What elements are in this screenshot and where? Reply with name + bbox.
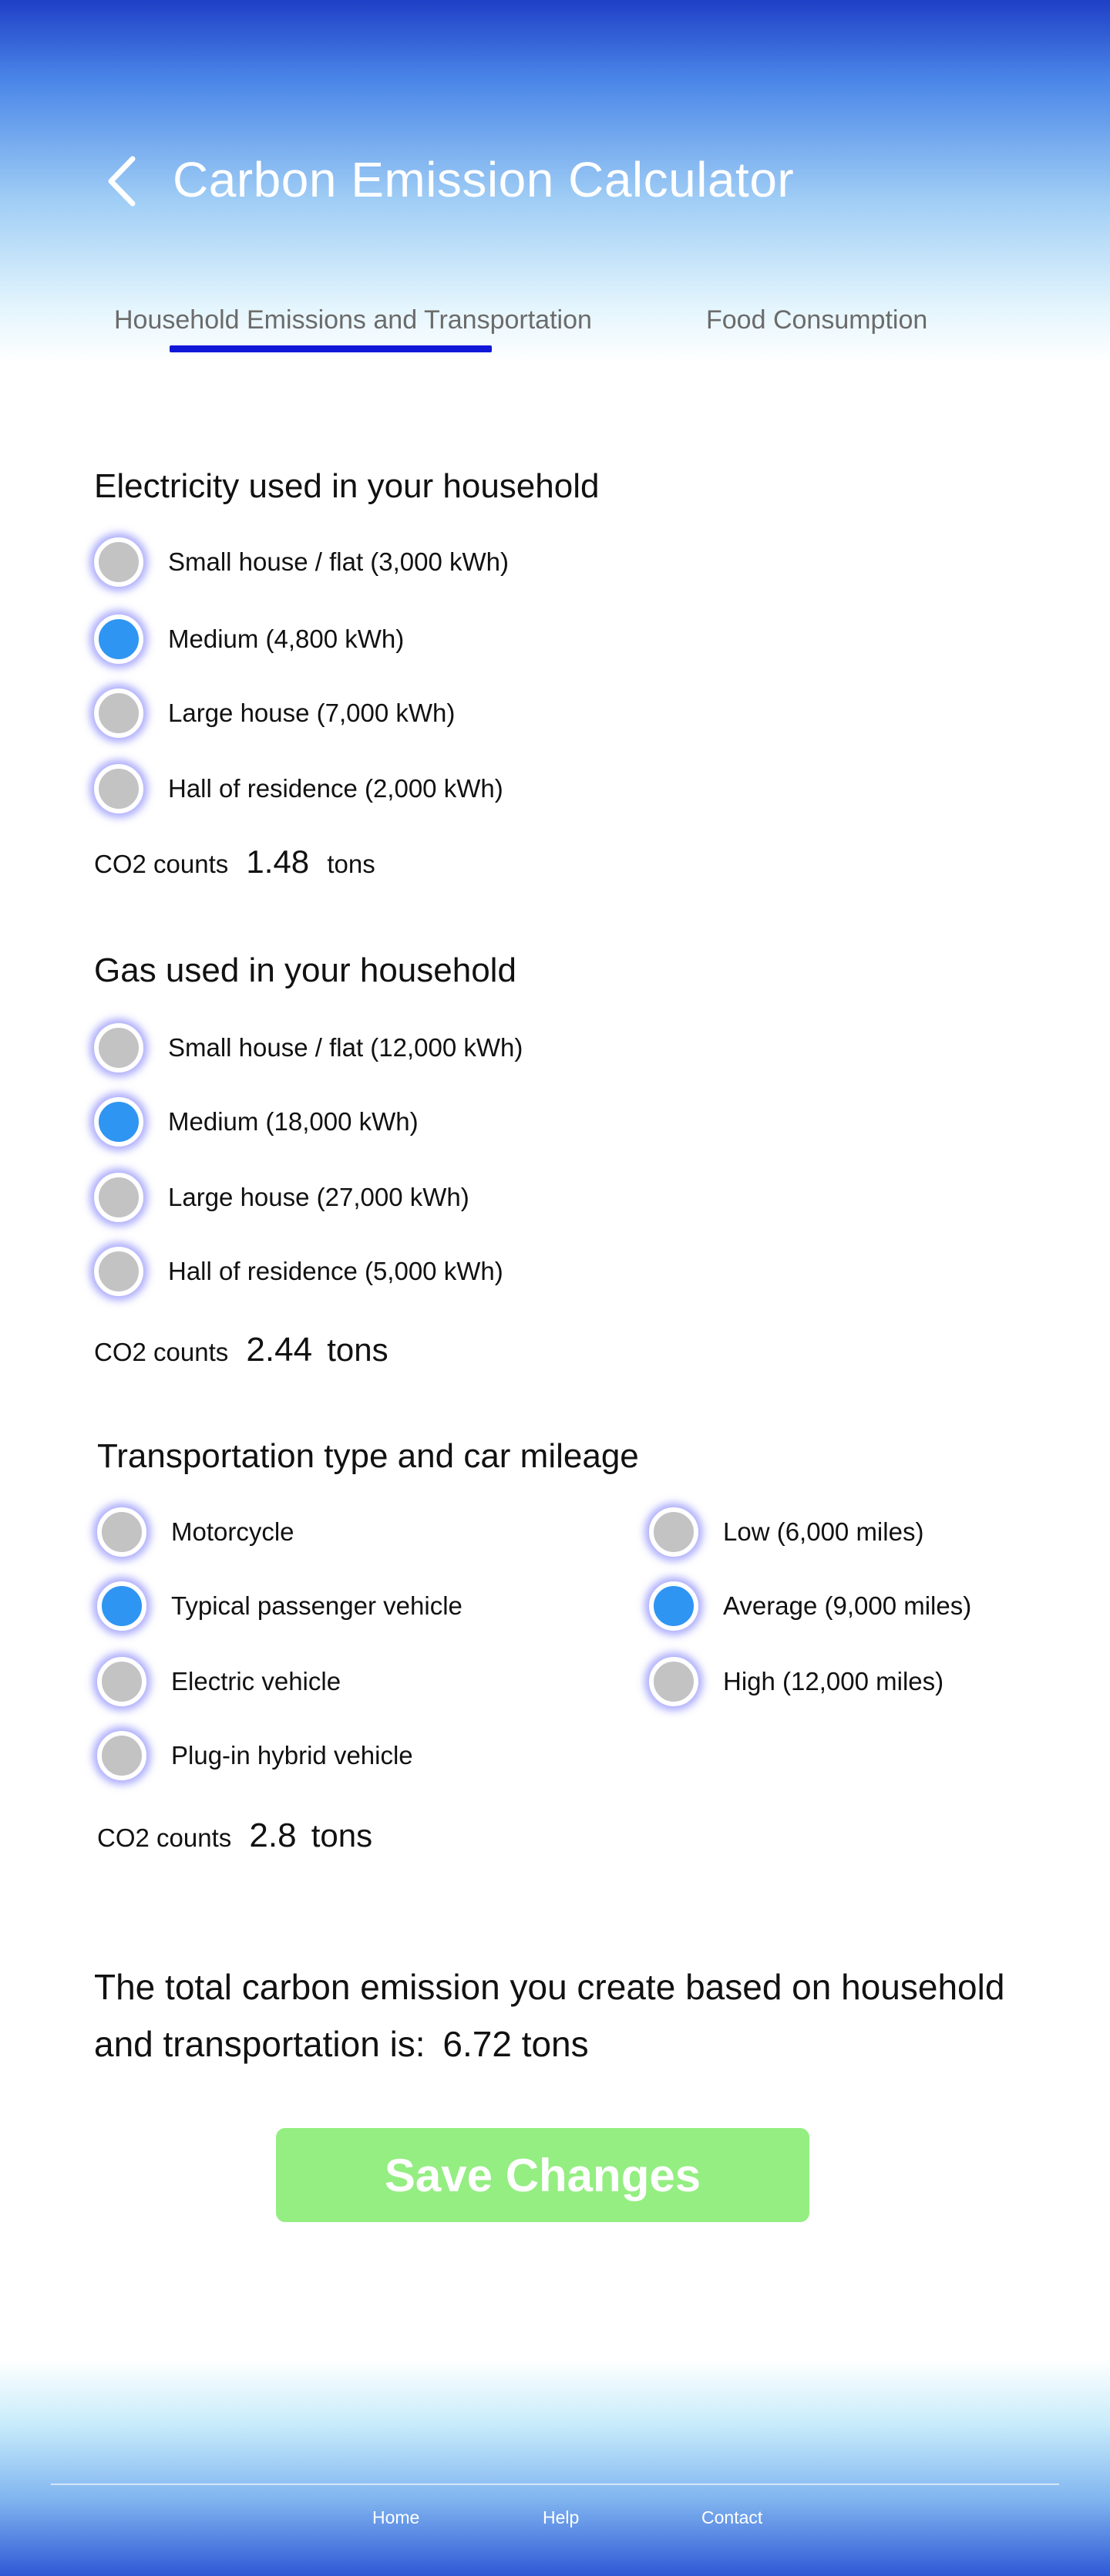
gas-option-hall[interactable]: Hall of residence (5,000 kWh) — [94, 1244, 503, 1298]
footer-link-home[interactable]: Home — [372, 2507, 419, 2528]
gas-option-medium[interactable]: Medium (18,000 kWh) — [94, 1095, 419, 1149]
page-title: Carbon Emission Calculator — [173, 152, 795, 207]
radio-button[interactable] — [94, 1247, 143, 1296]
option-label: Typical passenger vehicle — [171, 1591, 462, 1620]
radio-button-selected[interactable] — [94, 615, 143, 664]
option-label: Average (9,000 miles) — [723, 1591, 972, 1620]
co2-value: 1.48 — [246, 844, 310, 880]
electricity-option-small[interactable]: Small house / flat (3,000 kWh) — [94, 535, 509, 589]
mileage-option-low[interactable]: Low (6,000 miles) — [649, 1505, 923, 1559]
co2-label: CO2 counts — [94, 1338, 229, 1366]
co2-value: 2.8 — [249, 1817, 297, 1854]
option-label: Hall of residence (5,000 kWh) — [168, 1257, 503, 1285]
co2-label: CO2 counts — [97, 1823, 232, 1852]
radio-button-selected[interactable] — [97, 1581, 146, 1631]
active-tab-indicator — [170, 345, 492, 352]
radio-button[interactable] — [649, 1507, 698, 1557]
option-label: Large house (27,000 kWh) — [168, 1183, 469, 1211]
co2-unit: tons — [327, 1332, 388, 1368]
option-label: Medium (4,800 kWh) — [168, 625, 405, 653]
transport-type-electric[interactable]: Electric vehicle — [97, 1655, 341, 1709]
electricity-section-title: Electricity used in your household — [94, 467, 600, 505]
option-label: Electric vehicle — [171, 1667, 341, 1695]
save-changes-button[interactable]: Save Changes — [276, 2128, 809, 2222]
gas-co2-count: CO2 counts 2.44 tons — [94, 1331, 388, 1369]
mileage-option-high[interactable]: High (12,000 miles) — [649, 1655, 944, 1709]
radio-button[interactable] — [94, 689, 143, 738]
transport-type-motorcycle[interactable]: Motorcycle — [97, 1505, 294, 1559]
transport-co2-count: CO2 counts 2.8 tons — [97, 1817, 372, 1855]
transport-type-plugin-hybrid[interactable]: Plug-in hybrid vehicle — [97, 1729, 413, 1783]
radio-button[interactable] — [97, 1731, 146, 1780]
electricity-co2-count: CO2 counts 1.48 tons — [94, 844, 375, 881]
tab-food-consumption[interactable]: Food Consumption — [706, 305, 927, 335]
gas-option-large[interactable]: Large house (27,000 kWh) — [94, 1170, 469, 1224]
footer-background — [0, 2359, 1110, 2576]
radio-button[interactable] — [94, 537, 143, 587]
radio-button[interactable] — [94, 1023, 143, 1072]
radio-button[interactable] — [94, 764, 143, 813]
co2-unit: tons — [327, 850, 375, 878]
gas-option-small[interactable]: Small house / flat (12,000 kWh) — [94, 1021, 523, 1075]
mileage-option-average[interactable]: Average (9,000 miles) — [649, 1579, 971, 1633]
option-label: Low (6,000 miles) — [723, 1517, 924, 1546]
radio-button-selected[interactable] — [94, 1097, 143, 1147]
electricity-option-large[interactable]: Large house (7,000 kWh) — [94, 686, 455, 740]
option-label: Small house / flat (12,000 kWh) — [168, 1033, 523, 1062]
radio-button[interactable] — [97, 1507, 146, 1557]
option-label: High (12,000 miles) — [723, 1667, 944, 1695]
option-label: Hall of residence (2,000 kWh) — [168, 774, 503, 803]
radio-button[interactable] — [97, 1657, 146, 1706]
transport-section-title: Transportation type and car mileage — [97, 1437, 639, 1475]
co2-value: 2.44 — [246, 1331, 313, 1369]
electricity-option-hall[interactable]: Hall of residence (2,000 kWh) — [94, 762, 503, 816]
gas-section-title: Gas used in your household — [94, 951, 516, 989]
total-unit: tons — [521, 2024, 589, 2064]
co2-label: CO2 counts — [94, 850, 229, 878]
total-emission-summary: The total carbon emission you create bas… — [94, 1958, 1034, 2073]
footer-link-contact[interactable]: Contact — [701, 2507, 762, 2528]
footer-link-help[interactable]: Help — [543, 2507, 579, 2528]
option-label: Plug-in hybrid vehicle — [171, 1741, 413, 1770]
co2-unit: tons — [311, 1817, 373, 1854]
transport-type-passenger[interactable]: Typical passenger vehicle — [97, 1579, 462, 1633]
electricity-option-medium[interactable]: Medium (4,800 kWh) — [94, 612, 404, 666]
tab-household-transportation[interactable]: Household Emissions and Transportation — [114, 305, 592, 335]
footer-divider — [51, 2483, 1059, 2485]
option-label: Large house (7,000 kWh) — [168, 699, 456, 727]
total-value: 6.72 — [442, 2024, 512, 2064]
option-label: Medium (18,000 kWh) — [168, 1107, 419, 1136]
radio-button-selected[interactable] — [649, 1581, 698, 1631]
chevron-left-icon[interactable] — [105, 154, 139, 208]
radio-button[interactable] — [649, 1657, 698, 1706]
option-label: Motorcycle — [171, 1517, 294, 1546]
option-label: Small house / flat (3,000 kWh) — [168, 547, 510, 576]
radio-button[interactable] — [94, 1173, 143, 1222]
